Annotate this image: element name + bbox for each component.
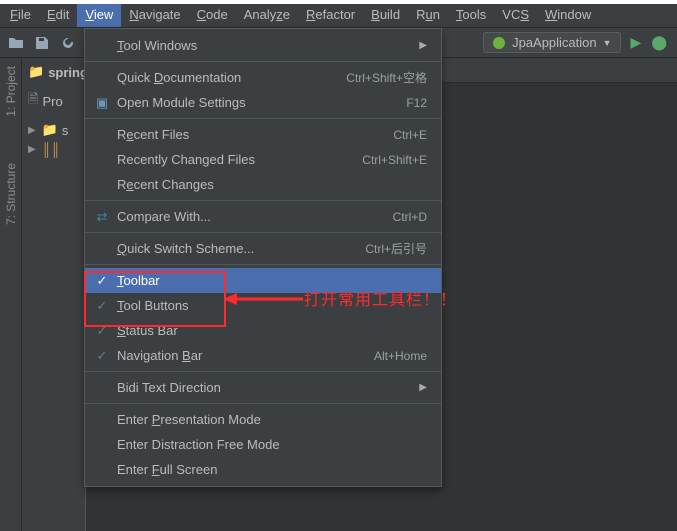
folder-icon: 📁 (28, 64, 44, 80)
ext-lib-icon: ║║ (42, 142, 60, 157)
menu-item-recently-changed-files[interactable]: Recently Changed Files Ctrl+Shift+E (85, 147, 441, 172)
run-config-selector[interactable]: JpaApplication ▼ (483, 32, 620, 53)
menu-item-presentation-mode[interactable]: Enter Presentation Mode (85, 407, 441, 432)
menu-view[interactable]: View (77, 4, 121, 27)
menu-file[interactable]: File (2, 4, 39, 27)
menu-analyze[interactable]: Analyze (236, 4, 298, 27)
check-icon: ✓ (95, 273, 109, 289)
gutter-tab-structure[interactable]: 7: Structure (2, 155, 20, 233)
menu-item-status-bar[interactable]: ✓ Status Bar (85, 318, 441, 343)
tree-expand-icon[interactable]: ▶ (28, 125, 36, 136)
debug-button[interactable]: ⬤ (651, 34, 667, 51)
open-icon[interactable] (8, 35, 24, 51)
tree-row[interactable]: ▶ ║║ (22, 140, 85, 159)
diff-icon: ⇄ (95, 209, 109, 225)
menu-vcs[interactable]: VCS (494, 4, 537, 27)
left-gutter: 1: Project 7: Structure (0, 58, 22, 531)
gutter-tab-label: 7: Structure (4, 163, 18, 225)
refresh-icon[interactable] (60, 35, 76, 51)
menu-refactor[interactable]: Refactor (298, 4, 363, 27)
project-root-label: spring (48, 65, 86, 80)
menu-window[interactable]: Window (537, 4, 599, 27)
menu-item-quick-documentation[interactable]: Quick Documentation Ctrl+Shift+空格 (85, 65, 441, 90)
menu-navigate[interactable]: Navigate (121, 4, 188, 27)
project-tool-window: 📁 spring 🗎 Pro ▶ 📁 s ▶ ║║ (22, 58, 86, 531)
menu-item-open-module-settings[interactable]: ▣ Open Module Settings F12 (85, 90, 441, 115)
menu-item-recent-changes[interactable]: Recent Changes (85, 172, 441, 197)
spring-leaf-icon (492, 36, 506, 50)
view-menu-dropdown: Tool Windows ▶ Quick Documentation Ctrl+… (84, 28, 442, 487)
menu-item-recent-files[interactable]: Recent Files Ctrl+E (85, 122, 441, 147)
project-tab-row[interactable]: 🗎 Pro (22, 88, 85, 114)
menu-item-tool-windows[interactable]: Tool Windows ▶ (85, 33, 441, 58)
gutter-tab-label: 1: Project (4, 66, 18, 117)
chevron-down-icon: ▼ (603, 38, 612, 48)
check-icon: ✓ (95, 348, 109, 364)
tree-expand-icon[interactable]: ▶ (28, 144, 36, 155)
save-all-icon[interactable] (34, 35, 50, 51)
project-root[interactable]: 📁 spring (22, 62, 85, 82)
check-icon: ✓ (95, 298, 109, 314)
menu-item-navigation-bar[interactable]: ✓ Navigation Bar Alt+Home (85, 343, 441, 368)
submenu-arrow-icon: ▶ (419, 40, 427, 51)
check-icon: ✓ (95, 323, 109, 339)
menu-edit[interactable]: Edit (39, 4, 77, 27)
menu-tools[interactable]: Tools (448, 4, 494, 27)
submenu-arrow-icon: ▶ (419, 382, 427, 393)
menu-build[interactable]: Build (363, 4, 408, 27)
project-icon: 🗎 (28, 90, 38, 112)
module-settings-icon: ▣ (95, 95, 109, 111)
menu-item-toolbar[interactable]: ✓ Toolbar (85, 268, 441, 293)
menu-item-compare-with[interactable]: ⇄ Compare With... Ctrl+D (85, 204, 441, 229)
tree-row[interactable]: ▶ 📁 s (22, 120, 85, 140)
menu-item-distraction-free-mode[interactable]: Enter Distraction Free Mode (85, 432, 441, 457)
folder-icon: 📁 (42, 122, 58, 138)
menu-code[interactable]: Code (189, 4, 236, 27)
gutter-tab-project[interactable]: 1: Project (2, 58, 20, 125)
run-config-label: JpaApplication (512, 35, 597, 50)
run-button[interactable]: ▶ (631, 34, 642, 51)
menu-item-tool-buttons[interactable]: ✓ Tool Buttons (85, 293, 441, 318)
menubar: File Edit View Navigate Code Analyze Ref… (0, 4, 677, 28)
menu-item-quick-switch-scheme[interactable]: Quick Switch Scheme... Ctrl+后引号 (85, 236, 441, 261)
menu-item-full-screen[interactable]: Enter Full Screen (85, 457, 441, 482)
menu-run[interactable]: Run (408, 4, 448, 27)
menu-item-bidi[interactable]: Bidi Text Direction ▶ (85, 375, 441, 400)
